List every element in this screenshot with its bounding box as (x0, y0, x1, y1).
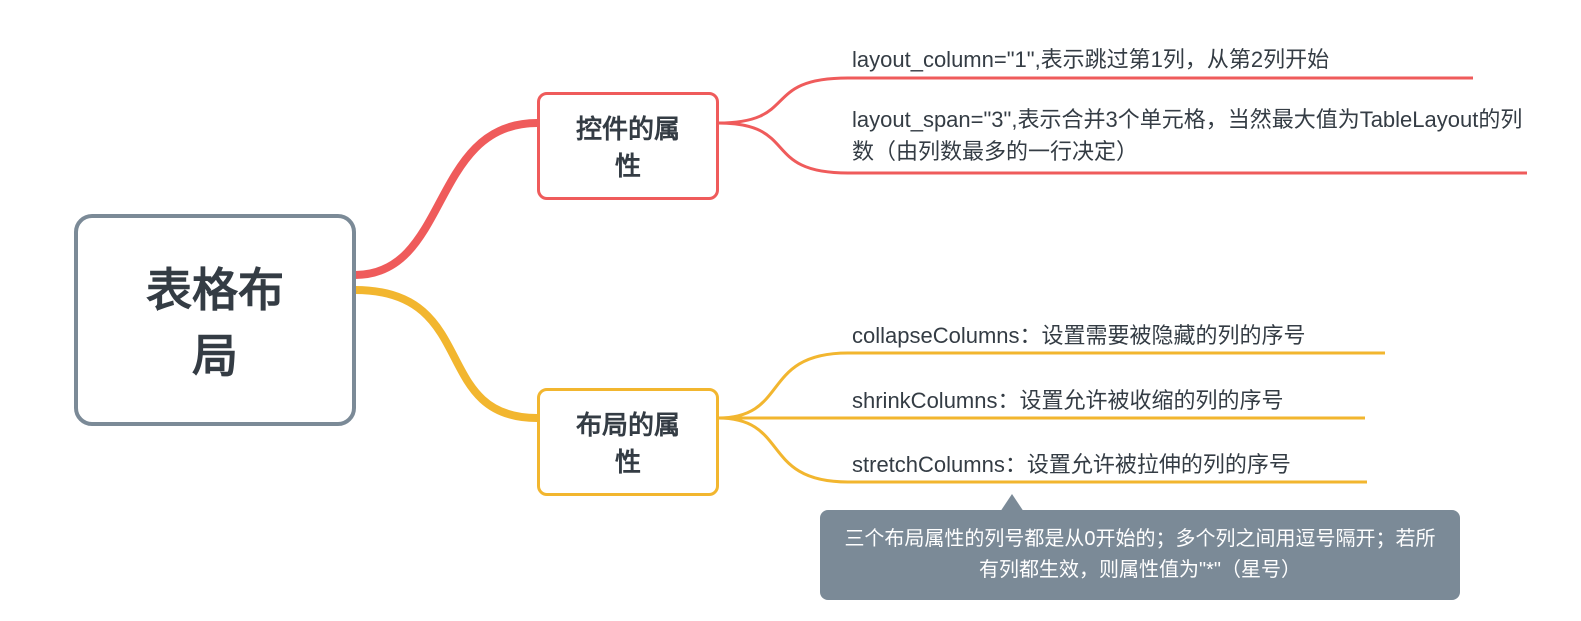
branch-label: 控件的属性 (576, 114, 680, 181)
mindmap-canvas: { "colors": { "root_border": "#7b8a97", … (0, 0, 1581, 621)
branch-node-controls[interactable]: 控件的属性 (537, 92, 719, 200)
note-text: 三个布局属性的列号都是从0开始的；多个列之间用逗号隔开；若所有列都生效，则属性值… (844, 528, 1435, 581)
leaf-collapse-columns[interactable]: collapseColumns：设置需要被隐藏的列的序号 (852, 320, 1306, 352)
branch-label: 布局的属性 (576, 410, 680, 477)
root-title: 表格布局 (146, 264, 284, 382)
root-node[interactable]: 表格布局 (74, 214, 356, 426)
leaf-layout-column[interactable]: layout_column="1",表示跳过第1列，从第2列开始 (852, 44, 1329, 76)
leaf-layout-span[interactable]: layout_span="3",表示合并3个单元格，当然最大值为TableLay… (852, 104, 1532, 168)
note-callout[interactable]: 三个布局属性的列号都是从0开始的；多个列之间用逗号隔开；若所有列都生效，则属性值… (820, 510, 1460, 600)
leaf-shrink-columns[interactable]: shrinkColumns：设置允许被收缩的列的序号 (852, 385, 1284, 417)
leaf-stretch-columns[interactable]: stretchColumns：设置允许被拉伸的列的序号 (852, 449, 1291, 481)
branch-node-layout[interactable]: 布局的属性 (537, 388, 719, 496)
